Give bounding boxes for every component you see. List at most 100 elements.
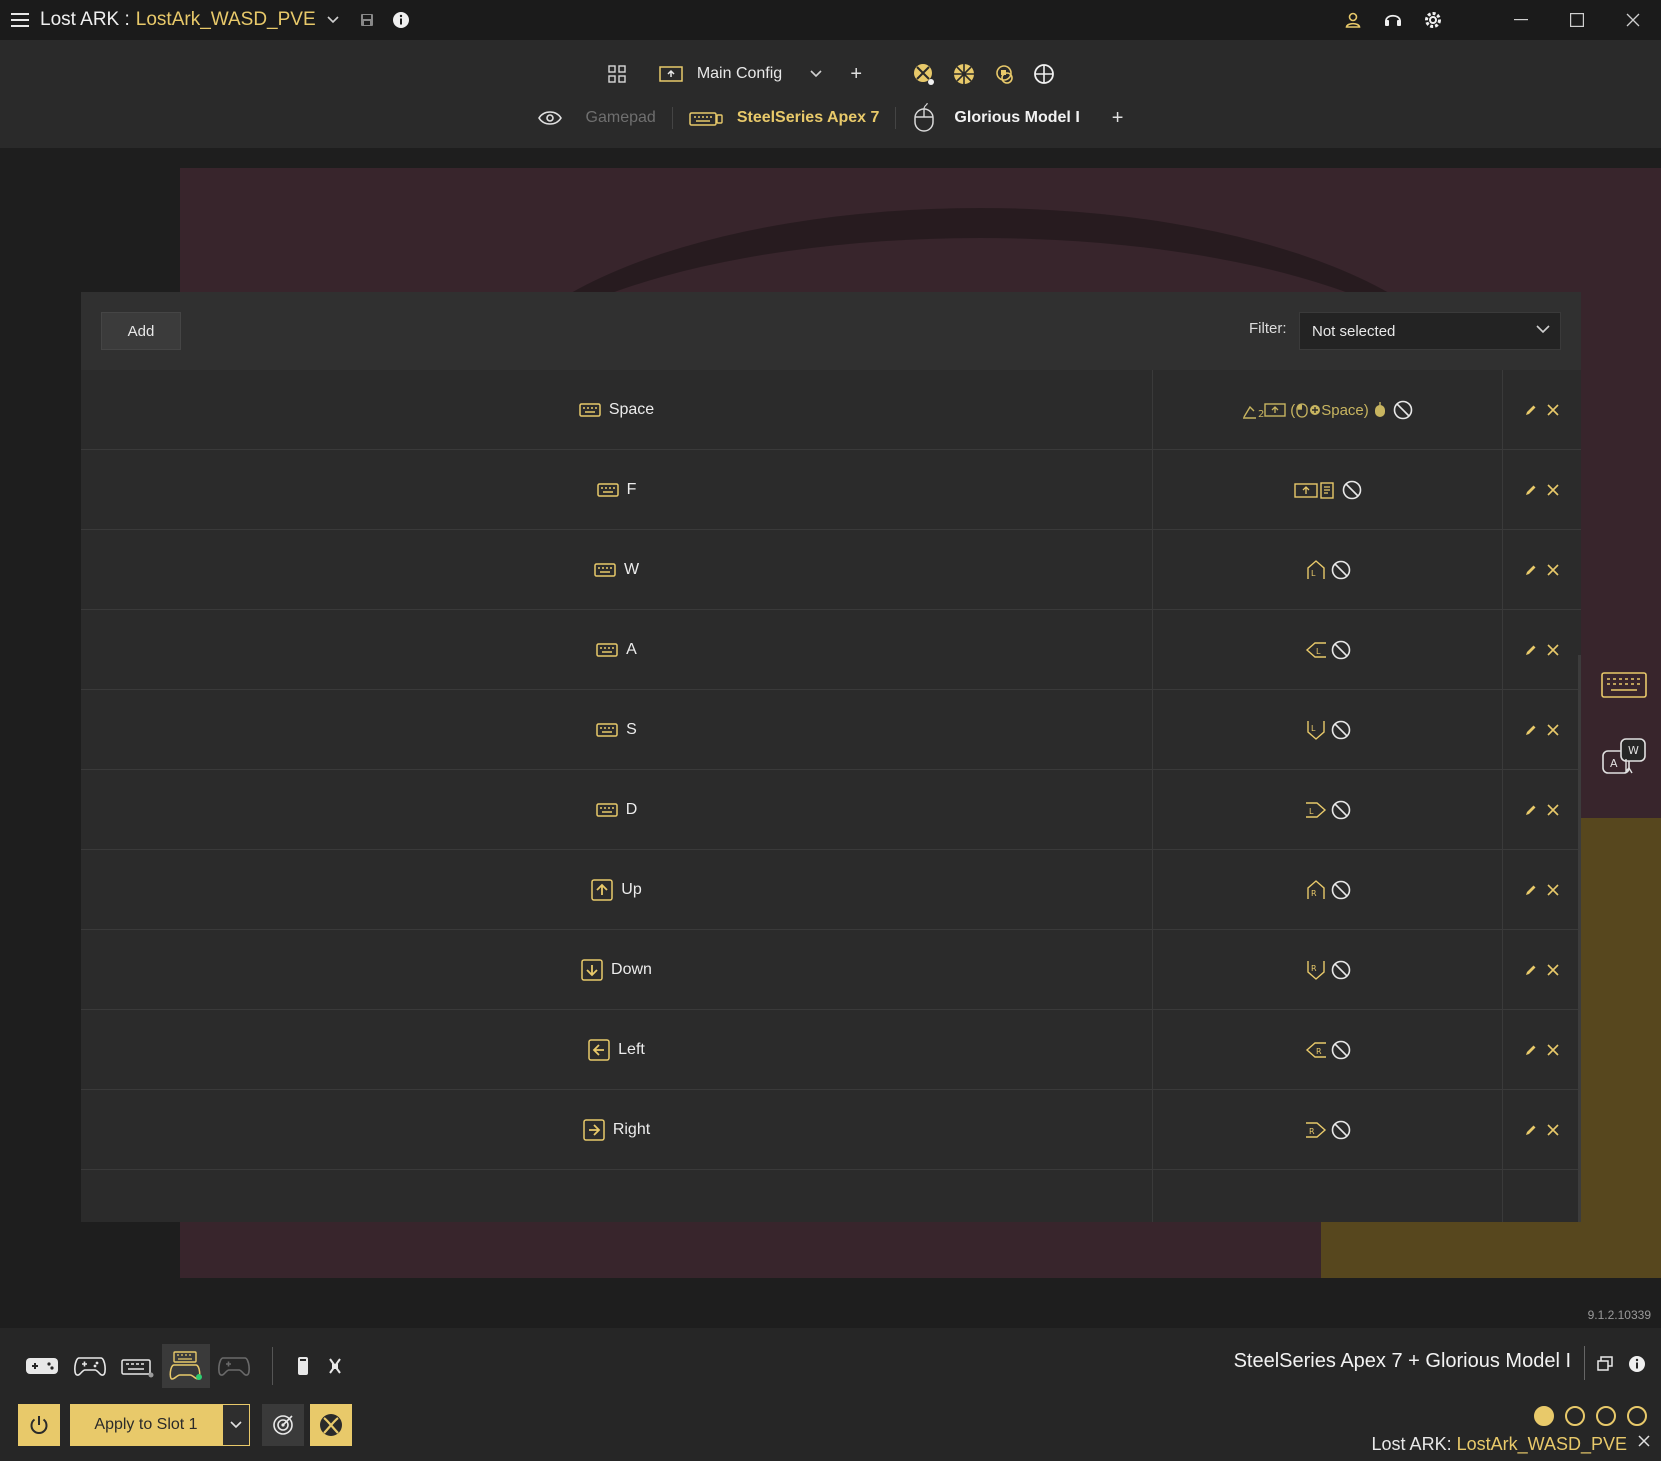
keyboard-mouse-icon[interactable]	[114, 1344, 162, 1388]
macro-key-text: Space	[1321, 401, 1364, 419]
target-icon[interactable]	[262, 1404, 304, 1446]
edit-icon[interactable]	[1525, 1124, 1537, 1136]
minimize-icon[interactable]	[1493, 0, 1549, 40]
mapping-cell[interactable]: L	[1153, 610, 1503, 690]
row-actions	[1503, 370, 1581, 450]
edit-icon[interactable]	[1525, 564, 1537, 576]
mapping-cell[interactable]: L	[1153, 690, 1503, 770]
mapping-cell[interactable]: R	[1153, 850, 1503, 930]
edit-icon[interactable]	[1525, 724, 1537, 736]
delete-icon[interactable]	[1547, 404, 1559, 416]
xbox-icon[interactable]	[310, 1404, 352, 1446]
maximize-icon[interactable]	[1549, 0, 1605, 40]
block-icon	[1342, 480, 1362, 500]
controller-icon[interactable]	[66, 1344, 114, 1388]
panel-header: Add Filter: Not selected	[81, 292, 1581, 370]
mapping-cell[interactable]: R	[1153, 930, 1503, 1010]
profile-name[interactable]: LostArk_WASD_PVE	[136, 9, 316, 31]
edit-icon[interactable]	[1525, 1044, 1537, 1056]
delete-icon[interactable]	[1547, 884, 1559, 896]
user-icon[interactable]	[1333, 0, 1373, 40]
delete-icon[interactable]	[1547, 1044, 1559, 1056]
mapping-cell[interactable]: 2 ( Space )	[1153, 370, 1503, 450]
close-icon[interactable]	[1605, 0, 1661, 40]
window-mode-icon[interactable]	[1593, 1352, 1617, 1376]
key-mapping-helper-icon[interactable]: AW	[1600, 736, 1648, 778]
scrollbar[interactable]	[1578, 655, 1581, 1222]
mapping-cell[interactable]: R	[1153, 1010, 1503, 1090]
table-row[interactable]: A L	[81, 610, 1581, 690]
mobile-device-icon[interactable]	[287, 1344, 319, 1388]
save-icon[interactable]	[350, 0, 384, 40]
table-row[interactable]: Left R	[81, 1010, 1581, 1090]
add-button[interactable]: Add	[101, 312, 181, 350]
slot-4-indicator[interactable]	[1627, 1406, 1647, 1426]
apply-to-slot-button[interactable]: Apply to Slot 1	[70, 1404, 222, 1446]
controller-disabled-icon[interactable]	[210, 1344, 258, 1388]
edit-icon[interactable]	[1525, 964, 1537, 976]
slot-1-indicator[interactable]	[1534, 1406, 1554, 1426]
delete-icon[interactable]	[1547, 804, 1559, 816]
add-config-button[interactable]: +	[836, 54, 876, 94]
crosshair-icon[interactable]	[1024, 54, 1064, 94]
ps-controller-icon[interactable]	[944, 54, 984, 94]
close-profile-icon[interactable]	[1637, 1434, 1651, 1448]
table-row[interactable]: Down R	[81, 930, 1581, 1010]
empty-cell	[81, 1170, 1153, 1222]
power-button[interactable]	[18, 1404, 60, 1446]
toolbar: Main Config + Gamepad SteelSeries Apex 7…	[0, 40, 1661, 148]
delete-icon[interactable]	[1547, 724, 1559, 736]
controller-emulation-icon[interactable]	[984, 54, 1024, 94]
headset-icon[interactable]	[1373, 0, 1413, 40]
gamepad-remap-icon[interactable]	[18, 1344, 66, 1388]
slot-3-indicator[interactable]	[1596, 1406, 1616, 1426]
app-title: Lost ARK : LostArk_WASD_PVE	[40, 9, 316, 31]
gyro-device-icon[interactable]	[319, 1344, 351, 1388]
macro-open-paren: (	[1290, 401, 1296, 419]
mapping-cell[interactable]: L	[1153, 530, 1503, 610]
table-row[interactable]: Space 2 ( Space )	[81, 370, 1581, 450]
edit-icon[interactable]	[1525, 644, 1537, 656]
filter-dropdown[interactable]: Not selected	[1299, 312, 1561, 350]
delete-icon[interactable]	[1547, 1124, 1559, 1136]
info-icon[interactable]	[384, 0, 418, 40]
keyboard-icon	[594, 563, 616, 577]
mapping-cell[interactable]	[1153, 450, 1503, 530]
table-row[interactable]: D L	[81, 770, 1581, 850]
delete-icon[interactable]	[1547, 484, 1559, 496]
tab-steelseries-apex-7[interactable]: SteelSeries Apex 7	[673, 103, 896, 133]
table-row[interactable]: W L	[81, 530, 1581, 610]
eye-icon[interactable]	[522, 103, 570, 133]
keyboard-to-controller-icon[interactable]	[162, 1344, 210, 1388]
add-device-button[interactable]: +	[1096, 103, 1140, 133]
xbox-controller-icon[interactable]	[904, 54, 944, 94]
delete-icon[interactable]	[1547, 564, 1559, 576]
edit-icon[interactable]	[1525, 484, 1537, 496]
row-actions	[1503, 690, 1581, 770]
info-icon[interactable]	[1625, 1352, 1649, 1376]
virtual-keyboard-icon[interactable]	[1600, 664, 1648, 706]
table-row[interactable]: F	[81, 450, 1581, 530]
menu-icon[interactable]	[0, 0, 40, 40]
chevron-down-icon[interactable]	[316, 0, 350, 40]
table-row[interactable]: S L	[81, 690, 1581, 770]
gear-icon[interactable]	[1413, 0, 1453, 40]
config-name[interactable]: Main Config	[697, 65, 782, 83]
edit-icon[interactable]	[1525, 884, 1537, 896]
mapping-cell[interactable]: L	[1153, 770, 1503, 850]
delete-icon[interactable]	[1547, 964, 1559, 976]
config-chevron-down-icon[interactable]	[796, 54, 836, 94]
layout-grid-icon[interactable]	[597, 54, 637, 94]
profile-name-label[interactable]: LostArk_WASD_PVE	[1457, 1434, 1627, 1454]
delete-icon[interactable]	[1547, 644, 1559, 656]
edit-icon[interactable]	[1525, 804, 1537, 816]
tab-glorious-label: Glorious Model I	[954, 109, 1080, 126]
apply-slot-dropdown[interactable]	[222, 1404, 250, 1446]
edit-icon[interactable]	[1525, 404, 1537, 416]
mapping-cell[interactable]: R	[1153, 1090, 1503, 1170]
slot-2-indicator[interactable]	[1565, 1406, 1585, 1426]
tab-gamepad[interactable]: Gamepad	[570, 103, 672, 133]
tab-glorious-model-i[interactable]: Glorious Model I	[896, 103, 1095, 133]
table-row[interactable]: Up R	[81, 850, 1581, 930]
table-row[interactable]: Right R	[81, 1090, 1581, 1170]
